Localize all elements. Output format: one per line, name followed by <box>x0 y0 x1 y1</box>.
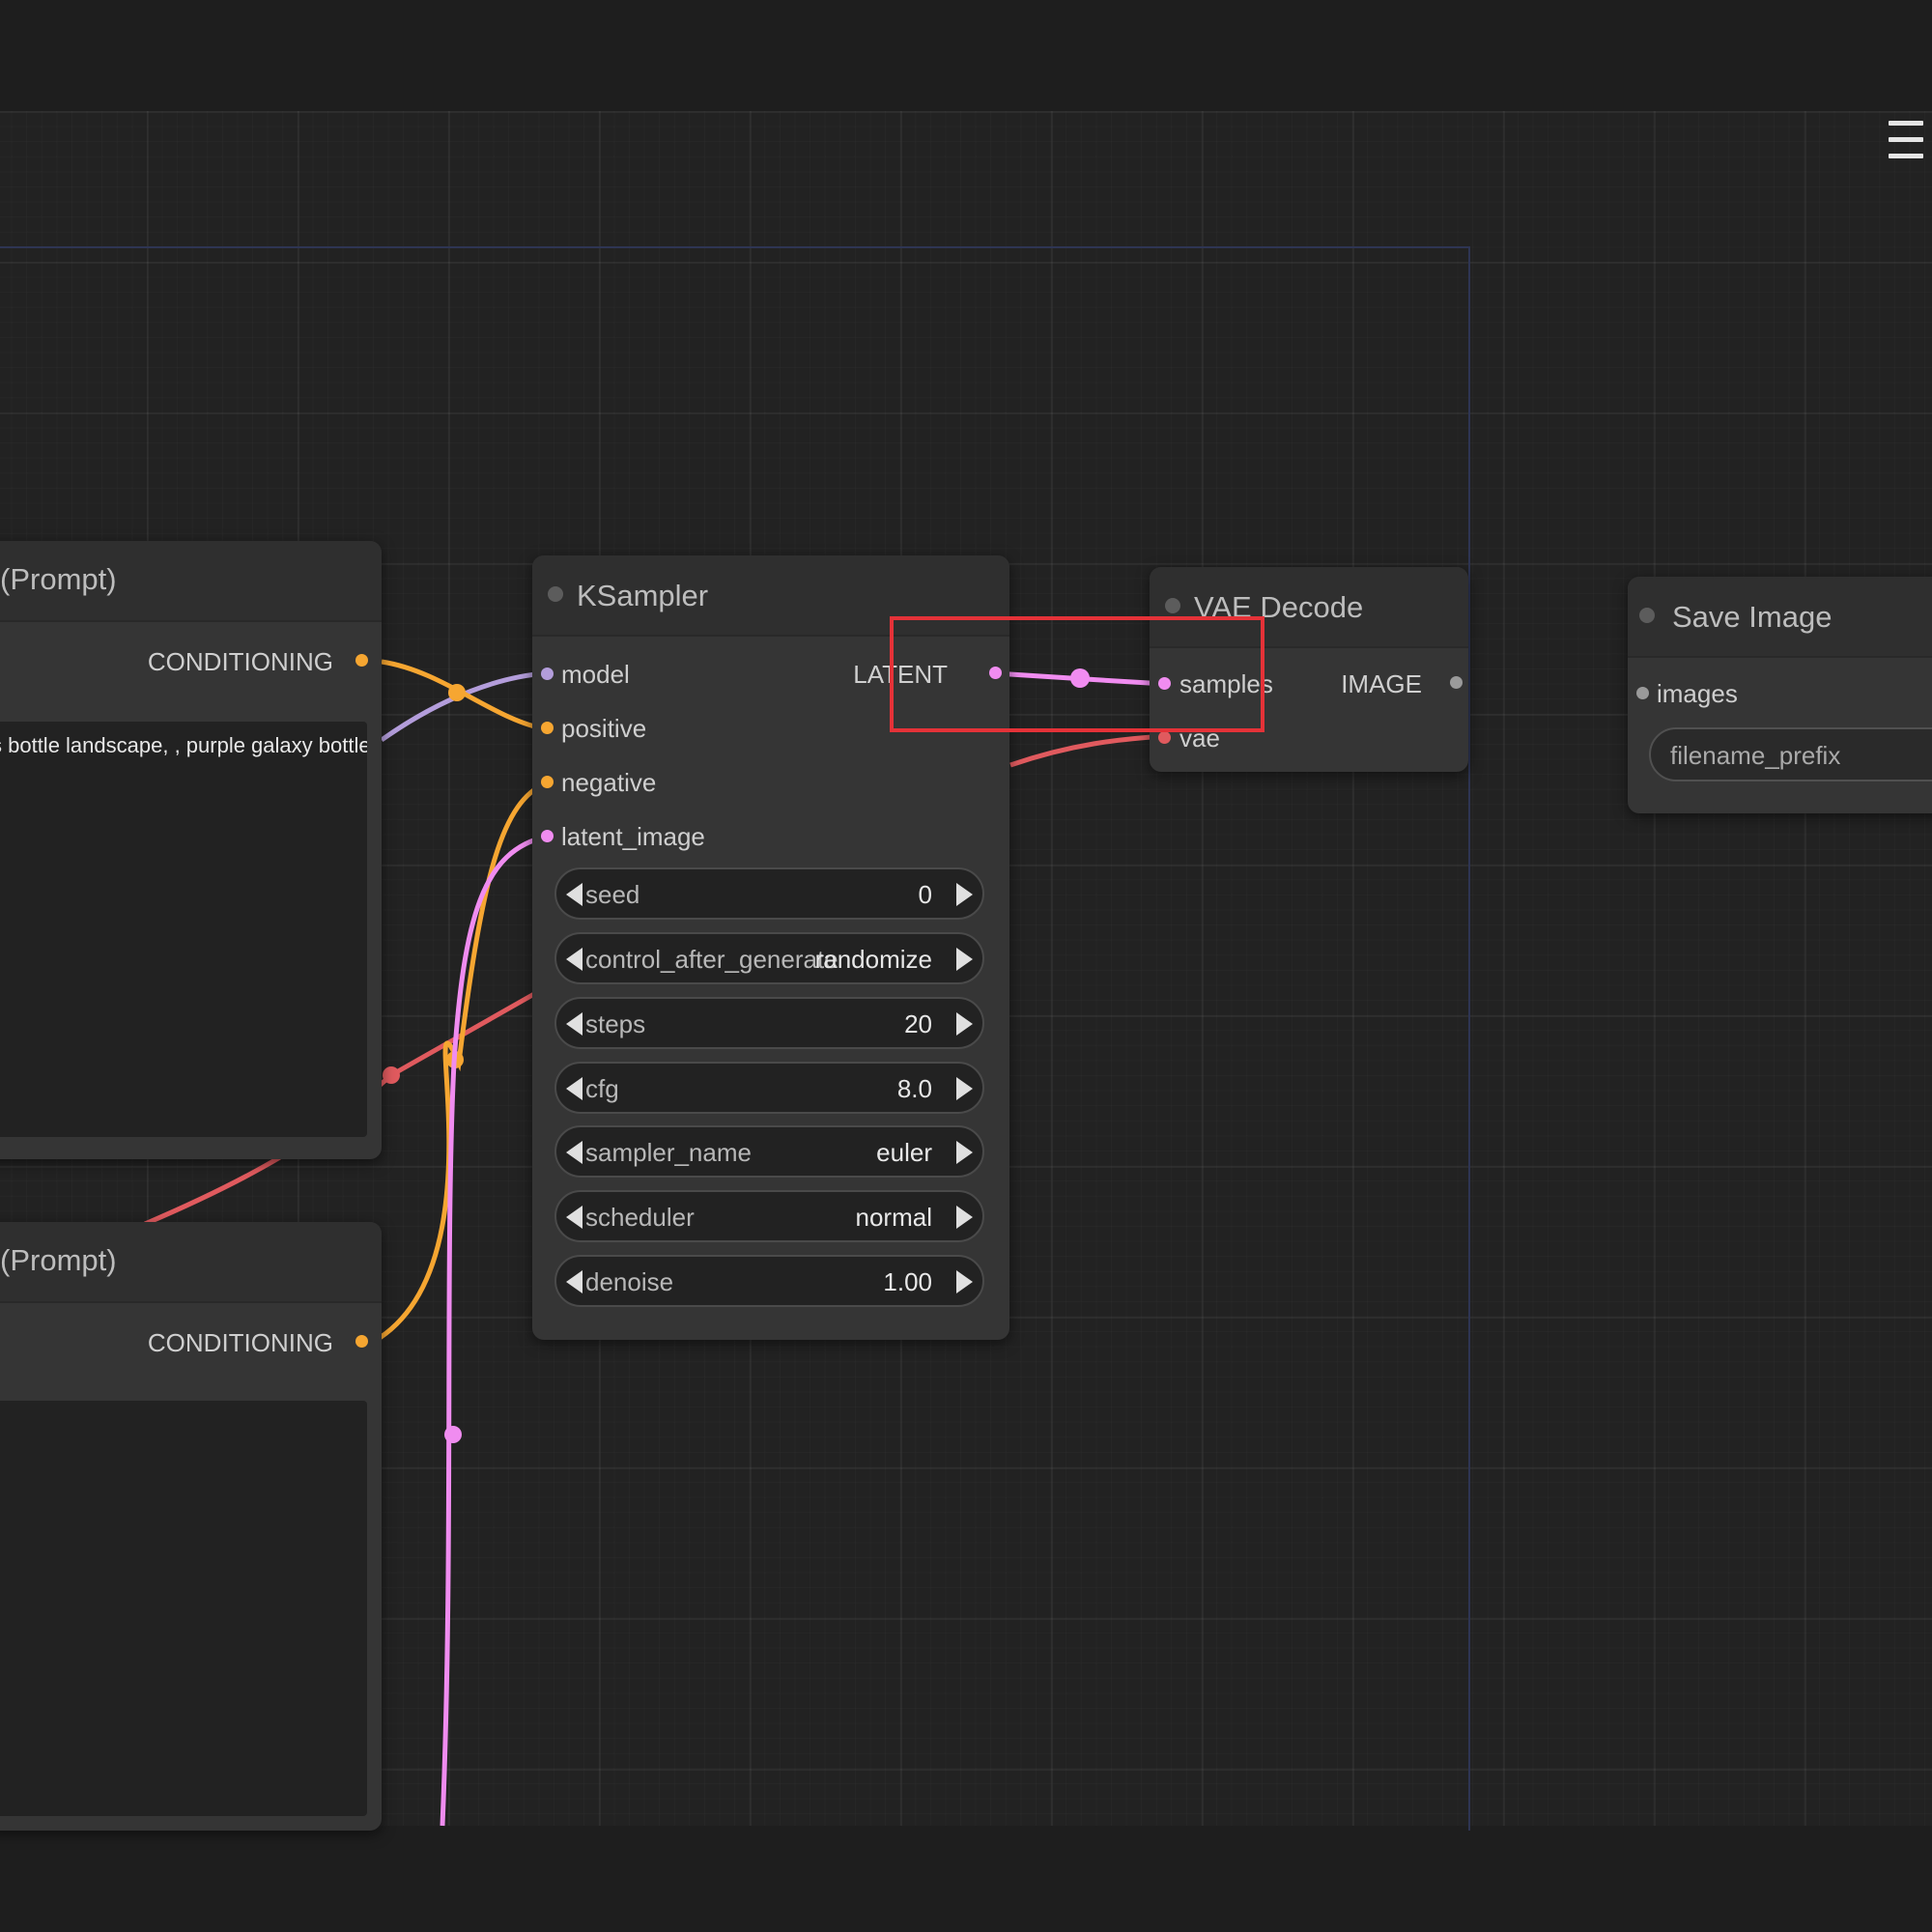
node-title-bar[interactable]: (Prompt) <box>0 1222 382 1303</box>
output-slot-conditioning[interactable] <box>355 1335 368 1348</box>
prompt-node-1[interactable]: (Prompt) CONDITIONING ss bottle landscap… <box>0 541 382 1159</box>
highlight-box <box>890 616 1264 732</box>
link-reroute-dot <box>448 684 466 701</box>
increment-arrow-icon[interactable] <box>956 1206 973 1229</box>
prompt-text: ss bottle landscape, , purple galaxy bot… <box>0 733 367 757</box>
node-collapse-dot[interactable] <box>548 586 563 602</box>
prompt-node-2[interactable]: (Prompt) CONDITIONING <box>0 1222 382 1831</box>
prompt-text-area[interactable] <box>0 1401 367 1816</box>
node-title: KSampler <box>577 579 709 612</box>
input-slot-model[interactable] <box>541 668 554 680</box>
widget-value: 0 <box>918 880 932 909</box>
output-label-conditioning: CONDITIONING <box>147 1328 333 1357</box>
scheduler-widget[interactable]: scheduler normal <box>554 1190 984 1242</box>
input-slot-negative[interactable] <box>541 776 554 788</box>
node-title: Save Image <box>1672 600 1833 634</box>
widget-name: seed <box>585 880 640 909</box>
increment-arrow-icon[interactable] <box>956 883 973 906</box>
node-title: (Prompt) <box>0 1243 117 1277</box>
increment-arrow-icon[interactable] <box>956 1012 973 1036</box>
filename-prefix-label: filename_prefix <box>1670 741 1841 770</box>
cfg-widget[interactable]: cfg 8.0 <box>554 1062 984 1114</box>
decrement-arrow-icon[interactable] <box>566 1077 582 1100</box>
link-vae-to-decode <box>1009 733 1166 768</box>
node-collapse-dot[interactable] <box>1165 598 1180 613</box>
widget-value: randomize <box>814 945 932 974</box>
link-model <box>380 670 548 743</box>
link-reroute-dot <box>444 1426 462 1443</box>
prompt-text-area[interactable]: ss bottle landscape, , purple galaxy bot… <box>0 722 367 1137</box>
filename-prefix-input[interactable]: filename_prefix <box>1649 727 1932 781</box>
output-label-image: IMAGE <box>1341 669 1422 698</box>
widget-name: cfg <box>585 1074 619 1103</box>
increment-arrow-icon[interactable] <box>956 948 973 971</box>
output-label-conditioning: CONDITIONING <box>147 647 333 676</box>
sampler-name-widget[interactable]: sampler_name euler <box>554 1125 984 1178</box>
denoise-widget[interactable]: denoise 1.00 <box>554 1255 984 1307</box>
increment-arrow-icon[interactable] <box>956 1270 973 1293</box>
node-title-bar[interactable]: (Prompt) <box>0 541 382 622</box>
increment-arrow-icon[interactable] <box>956 1077 973 1100</box>
node-collapse-dot[interactable] <box>1639 608 1655 623</box>
control-after-generate-widget[interactable]: control_after_generate randomize <box>554 932 984 984</box>
widget-name: steps <box>585 1009 646 1038</box>
input-slot-latent-image[interactable] <box>541 830 554 842</box>
node-title-bar[interactable]: Save Image <box>1628 577 1932 658</box>
link-reroute-dot <box>383 1066 400 1084</box>
input-slot-images[interactable] <box>1636 687 1649 699</box>
widget-name: sampler_name <box>585 1138 752 1167</box>
output-slot-conditioning[interactable] <box>355 654 368 667</box>
widget-name: scheduler <box>585 1203 695 1232</box>
input-label-negative: negative <box>561 768 657 797</box>
output-slot-image[interactable] <box>1450 676 1463 689</box>
widget-value: euler <box>876 1138 932 1167</box>
seed-widget[interactable]: seed 0 <box>554 867 984 920</box>
node-title: (Prompt) <box>0 562 117 596</box>
decrement-arrow-icon[interactable] <box>566 948 582 971</box>
decrement-arrow-icon[interactable] <box>566 1206 582 1229</box>
decrement-arrow-icon[interactable] <box>566 1012 582 1036</box>
increment-arrow-icon[interactable] <box>956 1141 973 1164</box>
widget-value: 8.0 <box>896 1074 932 1103</box>
widget-value: 1.00 <box>883 1267 932 1296</box>
decrement-arrow-icon[interactable] <box>566 1141 582 1164</box>
input-label-latent-image: latent_image <box>561 822 705 851</box>
input-label-model: model <box>561 660 630 689</box>
input-slot-vae[interactable] <box>1158 731 1171 744</box>
widget-value: 20 <box>904 1009 932 1038</box>
decrement-arrow-icon[interactable] <box>566 1270 582 1293</box>
decrement-arrow-icon[interactable] <box>566 883 582 906</box>
widget-name: denoise <box>585 1267 674 1296</box>
link-latent-image <box>440 834 548 1827</box>
steps-widget[interactable]: steps 20 <box>554 997 984 1049</box>
input-label-positive: positive <box>561 714 647 743</box>
input-label-images: images <box>1657 679 1738 708</box>
input-slot-positive[interactable] <box>541 722 554 734</box>
widget-value: normal <box>855 1203 932 1232</box>
widget-name: control_after_generate <box>585 945 838 974</box>
